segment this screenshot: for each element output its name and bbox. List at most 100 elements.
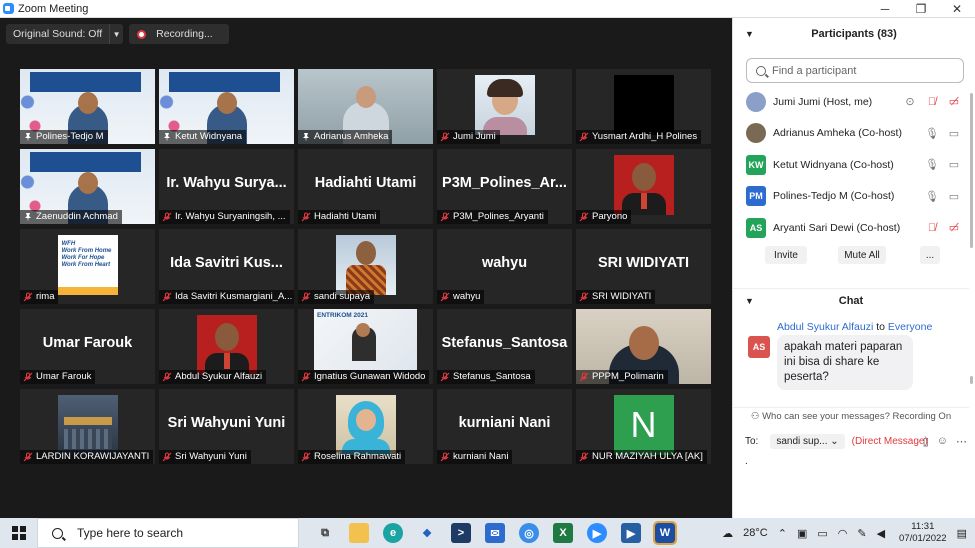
mic-icon[interactable]: 🎙: [925, 158, 939, 171]
video-tile[interactable]: N NUR MAZIYAH ULYA [AK]: [576, 389, 711, 464]
collapse-chevron-icon[interactable]: ▼: [745, 29, 754, 39]
video-tile[interactable]: ENTRIKOM 2021 Ignatius Gunawan Widodo: [298, 309, 433, 384]
mic-muted-icon: [440, 292, 453, 302]
participant-name: LARDIN KORAWIJAYANTI: [36, 451, 150, 462]
video-off-icon[interactable]: ▭̸: [947, 221, 961, 234]
file-explorer-icon[interactable]: [349, 523, 369, 543]
video-tile[interactable]: Ir. Wahyu Surya... Ir. Wahyu Suryaningsih…: [159, 149, 294, 224]
participant-display-name: Stefanus_Santosa: [441, 335, 568, 351]
excel-icon[interactable]: X: [553, 523, 573, 543]
chat-recipient-value: sandi sup...: [776, 436, 828, 447]
video-off-icon[interactable]: ▭̸: [947, 95, 961, 108]
video-icon[interactable]: ▭: [947, 190, 961, 203]
participant-row[interactable]: KW Ketut Widnyana (Co-host) 🎙 ▭: [733, 149, 969, 181]
video-tile[interactable]: Roselina Rahmawati: [298, 389, 433, 464]
video-tile[interactable]: WFH Work From Home Work For Hope Work From …: [20, 229, 155, 304]
weather-icon[interactable]: ☁: [722, 527, 733, 540]
dropbox-icon[interactable]: ❖: [417, 523, 437, 543]
pen-icon[interactable]: ✎: [857, 527, 866, 540]
more-icon[interactable]: ⋯: [956, 435, 967, 448]
chevron-down-icon: ⌄: [830, 436, 839, 447]
participant-row[interactable]: Jumi Jumi (Host, me) ⊙ 🎙̸ ▭̸: [733, 86, 969, 118]
mic-muted-icon: [579, 212, 592, 222]
powershell-icon[interactable]: >: [451, 523, 471, 543]
video-tile[interactable]: Umar Farouk Umar Farouk: [20, 309, 155, 384]
file-icon[interactable]: ▯: [923, 435, 929, 448]
participant-row[interactable]: Adrianus Amheka (Co-host) 🎙 ▭: [733, 118, 969, 150]
video-tile[interactable]: Ketut Widnyana: [159, 69, 294, 144]
task-view-icon[interactable]: ⧉: [315, 523, 335, 543]
video-tile[interactable]: Adrianus Amheka: [298, 69, 433, 144]
volume-icon[interactable]: ◀: [877, 527, 885, 540]
edge-icon[interactable]: e: [383, 523, 403, 543]
chat-sender[interactable]: Abdul Syukur Alfauzi: [777, 321, 873, 333]
chevron-up-icon[interactable]: ⌃: [778, 527, 787, 540]
temperature-label[interactable]: 28°C: [743, 527, 768, 539]
taskbar-clock[interactable]: 11:31 07/01/2022: [899, 521, 947, 545]
word-icon[interactable]: W: [653, 521, 677, 545]
mic-icon[interactable]: 🎙: [925, 127, 939, 140]
mic-muted-icon[interactable]: 🎙̸: [925, 222, 939, 234]
mute-all-button[interactable]: Mute All: [838, 246, 886, 264]
participants-scrollbar[interactable]: [970, 93, 973, 248]
chat-visibility-link[interactable]: ⚇ Who can see your messages? Recording O…: [733, 407, 969, 422]
windows-start-icon[interactable]: [12, 526, 26, 540]
participant-search-input[interactable]: Find a participant: [746, 58, 964, 83]
profile-photo: [613, 75, 674, 135]
mic-icon[interactable]: 🎙: [925, 190, 939, 203]
wifi-icon[interactable]: ◠: [838, 527, 848, 540]
poster-title: ENTRIKOM 2021: [317, 312, 368, 319]
mail-icon[interactable]: ✉: [485, 523, 505, 543]
original-sound-button[interactable]: Original Sound: Off ▼: [6, 24, 124, 44]
video-tile[interactable]: PPPM_Polimarin: [576, 309, 711, 384]
video-tile[interactable]: Yusmart Ardhi_H Polines: [576, 69, 711, 144]
participant-row[interactable]: PM Polines-Tedjo M (Co-host) 🎙 ▭: [733, 181, 969, 213]
mic-muted-icon: [579, 372, 592, 382]
chat-recipient-row: To: sandi sup... ⌄ (Direct Message): [745, 434, 928, 449]
video-tile[interactable]: Jumi Jumi: [437, 69, 572, 144]
record-icon: [137, 29, 147, 39]
chat-input[interactable]: .: [745, 456, 748, 467]
participant-name: rima: [36, 291, 55, 302]
video-tile[interactable]: Ida Savitri Kus... Ida Savitri Kusmargian…: [159, 229, 294, 304]
video-tile[interactable]: Hadiahti Utami Hadiahti Utami: [298, 149, 433, 224]
video-tile[interactable]: Sri Wahyuni Yuni Sri Wahyuni Yuni: [159, 389, 294, 464]
participant-row[interactable]: AS Aryanti Sari Dewi (Co-host) 🎙̸ ▭̸: [733, 212, 969, 244]
maximize-button[interactable]: ❐: [903, 0, 939, 18]
video-tile[interactable]: Stefanus_Santosa Stefanus_Santosa: [437, 309, 572, 384]
participant-name: Ida Savitri Kusmargiani_A...: [175, 291, 293, 302]
video-tile[interactable]: Paryono: [576, 149, 711, 224]
video-tile[interactable]: Abdul Syukur Alfauzi: [159, 309, 294, 384]
video-tile[interactable]: P3M_Polines_Ar... P3M_Polines_Aryanti: [437, 149, 572, 224]
recording-indicator[interactable]: Recording...: [129, 24, 229, 44]
participant-list: Jumi Jumi (Host, me) ⊙ 🎙̸ ▭̸ Adrianus Amheka…: [733, 86, 969, 244]
video-icon[interactable]: ▭: [947, 158, 961, 171]
media-player-icon[interactable]: ▶: [621, 523, 641, 543]
close-button[interactable]: ✕: [939, 0, 975, 18]
mic-muted-icon: [23, 292, 36, 302]
zoom-taskbar-icon[interactable]: ▶: [587, 523, 607, 543]
video-tile[interactable]: sandi supaya: [298, 229, 433, 304]
video-tile[interactable]: kurniani Nani kurniani Nani: [437, 389, 572, 464]
notification-icon[interactable]: ▤: [957, 527, 967, 540]
video-tile[interactable]: Polines-Tedjo M: [20, 69, 155, 144]
taskbar-search-input[interactable]: Type here to search: [37, 518, 299, 548]
participant-name-label: LARDIN KORAWIJAYANTI: [20, 450, 154, 464]
collapse-chat-chevron-icon[interactable]: ▼: [745, 296, 754, 306]
invite-button[interactable]: Invite: [765, 246, 807, 264]
video-tile[interactable]: LARDIN KORAWIJAYANTI: [20, 389, 155, 464]
chevron-down-icon[interactable]: ▼: [109, 24, 123, 44]
mic-muted-icon[interactable]: 🎙̸: [925, 96, 939, 108]
more-button[interactable]: ...: [920, 246, 940, 264]
video-icon[interactable]: ▭: [947, 127, 961, 140]
chat-scrollbar[interactable]: [970, 376, 973, 384]
chat-recipient-select[interactable]: sandi sup... ⌄: [770, 434, 845, 449]
tray-app-icon[interactable]: ▣: [797, 527, 807, 540]
minimize-button[interactable]: ─: [867, 0, 903, 18]
video-tile[interactable]: SRI WIDIYATI SRI WIDIYATI: [576, 229, 711, 304]
emoji-icon[interactable]: ☺: [937, 435, 948, 448]
video-tile[interactable]: Zaenuddin Achmad: [20, 149, 155, 224]
video-tile[interactable]: wahyu wahyu: [437, 229, 572, 304]
battery-icon[interactable]: ▭: [817, 527, 827, 540]
chrome-icon[interactable]: ◎: [519, 523, 539, 543]
